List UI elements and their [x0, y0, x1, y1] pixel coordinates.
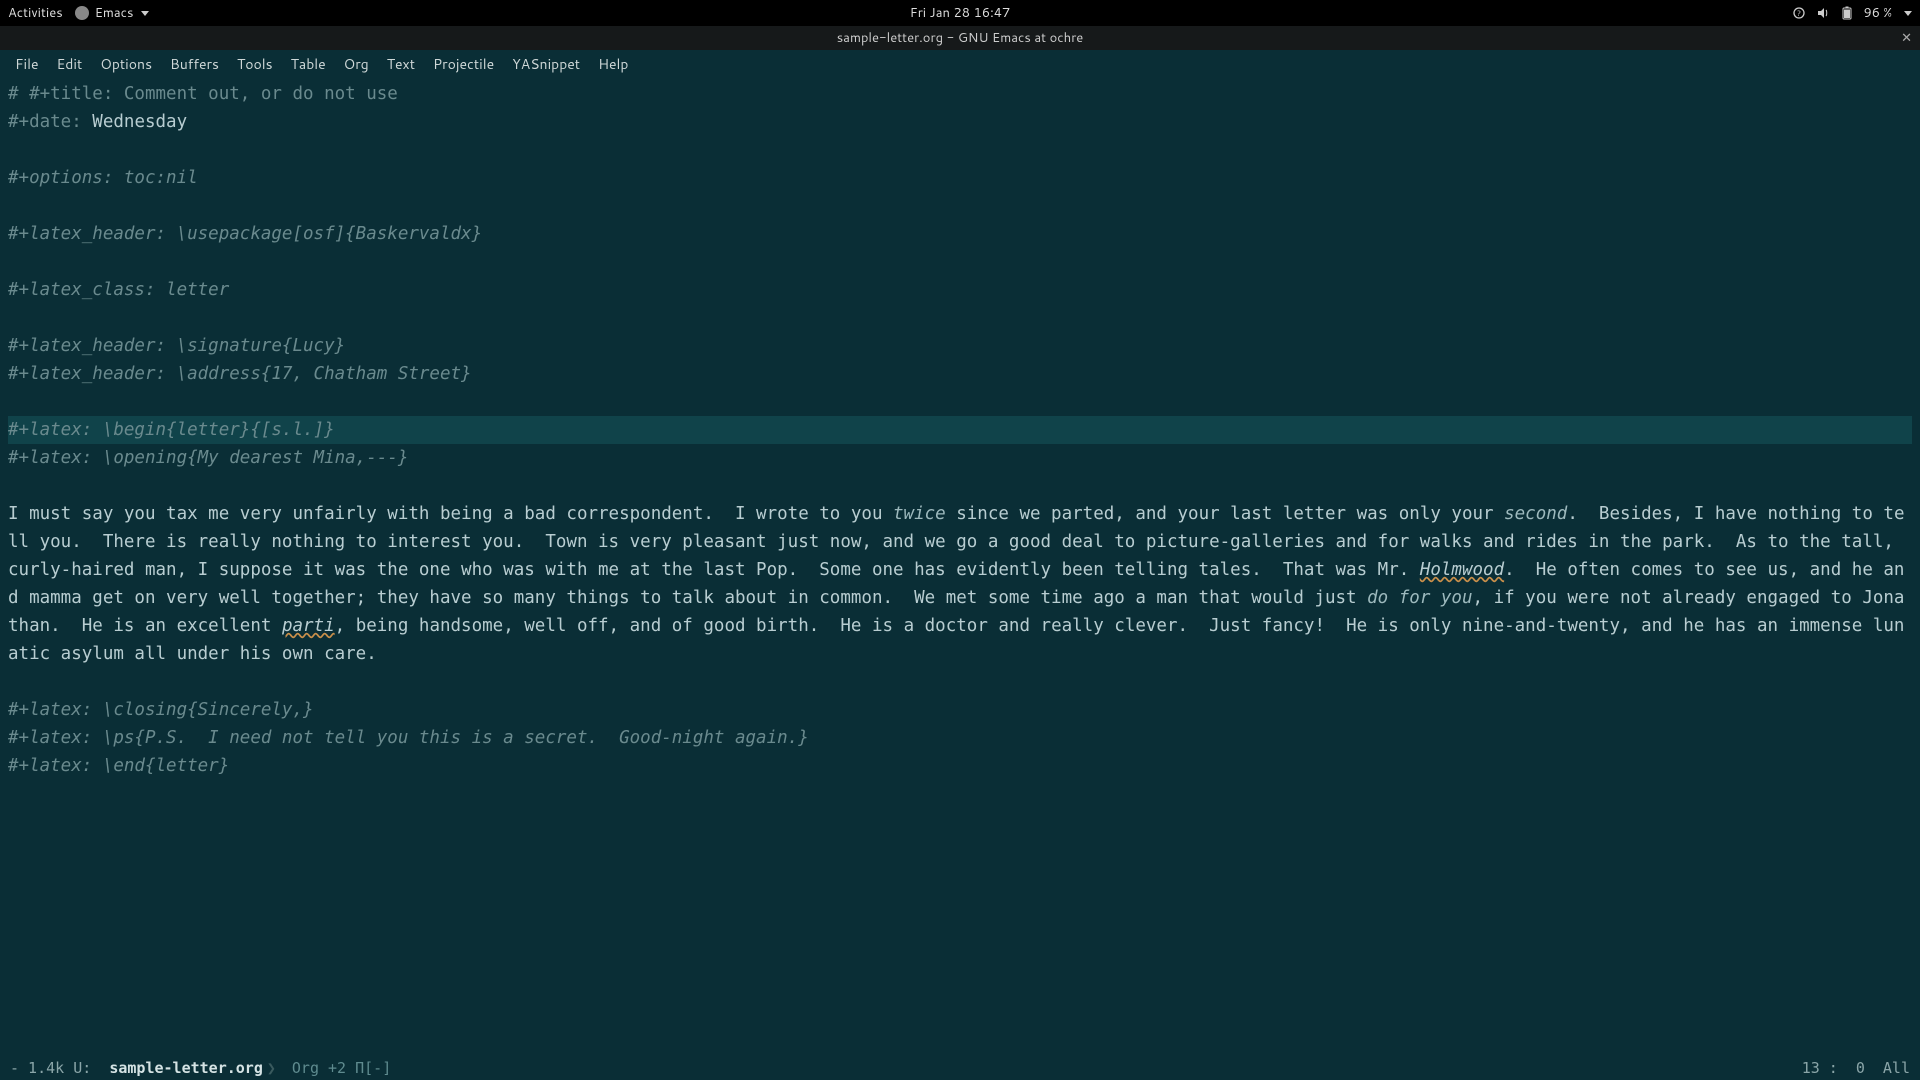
volume-icon[interactable] [1816, 6, 1830, 20]
buffer-line: #+options: toc:nil [8, 168, 198, 188]
modeline-line-col: 13 : 0 [1802, 1059, 1865, 1077]
modeline-separator: ❯ [267, 1059, 276, 1077]
buffer-line: #+latex_class: letter [8, 280, 229, 300]
menu-org[interactable]: Org [335, 50, 378, 78]
battery-percent: 96 % [1864, 4, 1893, 22]
buffer-line: #+latex_header: \signature{Lucy} [8, 336, 345, 356]
menu-table[interactable]: Table [282, 50, 335, 78]
modeline-status: - 1.4k U: [10, 1059, 91, 1077]
menu-yasnippet[interactable]: YASnippet [503, 50, 589, 78]
editor-buffer[interactable]: # #+title: Comment out, or do not use #+… [0, 78, 1920, 780]
body-emphasis: twice [893, 504, 946, 524]
buffer-line: #+latex: \closing{Sincerely,} [8, 700, 314, 720]
modeline-position: All [1883, 1059, 1910, 1077]
app-menu[interactable]: Emacs [75, 4, 150, 22]
body-text: I must say you tax me very unfairly with… [8, 504, 893, 524]
buffer-line: # #+title: Comment out, or do not use [8, 84, 398, 104]
buffer-line-current: #+latex: \begin{letter}{[s.l.]} [8, 420, 335, 440]
clock[interactable]: Fri Jan 28 16:47 [910, 4, 1010, 22]
org-date-value: Wednesday [92, 112, 187, 132]
menu-file[interactable]: File [6, 50, 48, 78]
emacs-menubar: FileEditOptionsBuffersToolsTableOrgTextP… [0, 50, 1920, 78]
window-title: sample-letter.org - GNU Emacs at ochre [837, 29, 1084, 47]
gnome-topbar: Activities Emacs Fri Jan 28 16:47 ? 96 % [0, 0, 1920, 26]
modeline-filename: sample-letter.org [109, 1059, 263, 1077]
buffer-line: #+latex: \ps{P.S. I need not tell you th… [8, 728, 809, 748]
buffer-line: #+latex: \end{letter} [8, 756, 229, 776]
modeline-major-mode: Org +2 Π[-] [292, 1059, 391, 1077]
close-button[interactable]: ✕ [1901, 29, 1912, 47]
menu-help[interactable]: Help [589, 50, 637, 78]
menu-buffers[interactable]: Buffers [161, 50, 228, 78]
battery-icon[interactable] [1840, 6, 1854, 20]
menu-options[interactable]: Options [91, 50, 161, 78]
buffer-line: #+latex: \opening{My dearest Mina,---} [8, 448, 408, 468]
menu-text[interactable]: Text [378, 50, 424, 78]
window-titlebar: sample-letter.org - GNU Emacs at ochre ✕ [0, 26, 1920, 50]
buffer-line: #+date: [8, 112, 92, 132]
flyspell-word: parti [282, 616, 335, 636]
emacs-modeline: - 1.4k U: sample-letter.org ❯ Org +2 Π[-… [0, 1054, 1920, 1080]
buffer-line: #+latex_header: \address{17, Chatham Str… [8, 364, 472, 384]
svg-text:?: ? [1796, 7, 1800, 19]
menu-projectile[interactable]: Projectile [424, 50, 503, 78]
menu-edit[interactable]: Edit [48, 50, 92, 78]
flyspell-word: Holmwood [1420, 560, 1504, 580]
activities-button[interactable]: Activities [8, 4, 63, 22]
body-text: since we parted, and your last letter wa… [946, 504, 1504, 524]
system-menu-chevron-icon[interactable] [1904, 11, 1912, 16]
emacs-icon [75, 6, 89, 20]
help-icon[interactable]: ? [1792, 6, 1806, 20]
chevron-down-icon [141, 11, 149, 16]
app-name-label: Emacs [95, 4, 134, 22]
menu-tools[interactable]: Tools [228, 50, 282, 78]
body-emphasis: second [1504, 504, 1567, 524]
body-emphasis: do for you [1367, 588, 1472, 608]
buffer-line: #+latex_header: \usepackage[osf]{Baskerv… [8, 224, 482, 244]
